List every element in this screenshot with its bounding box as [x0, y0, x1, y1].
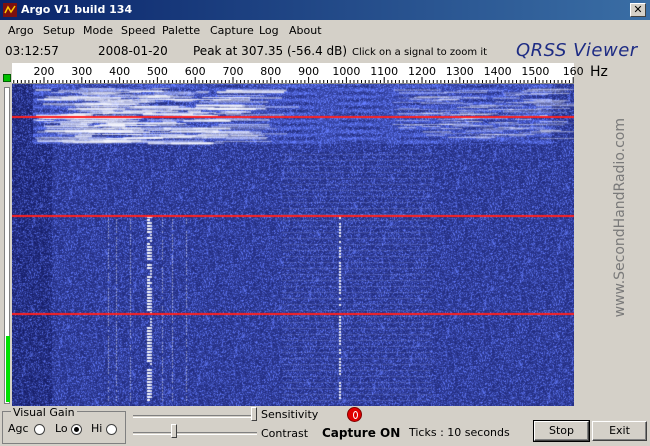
frequency-scale[interactable]: 200 300 400 500 600 700 800 900 1000 1100 1200 1300…: [12, 63, 584, 84]
menu-palette[interactable]: Palette: [162, 24, 200, 37]
scale-label: 1500: [521, 65, 550, 78]
scale-label: 400: [109, 65, 131, 78]
status-indicator: [3, 74, 11, 82]
scale-label: 160: [562, 65, 584, 78]
level-fill: [6, 336, 10, 402]
visual-gain-group: Visual Gain Agc Lo Hi: [2, 406, 126, 444]
scale-label: 1100: [370, 65, 399, 78]
menu-mode[interactable]: Mode: [83, 24, 113, 37]
title-bar: Argo V1 build 134 ✕: [0, 0, 650, 20]
sensitivity-thumb[interactable]: [251, 407, 257, 421]
menu-speed[interactable]: Speed: [121, 24, 155, 37]
capture-status: Capture ON: [322, 426, 401, 440]
capture-power-icon[interactable]: [347, 407, 362, 422]
waterfall-canvas[interactable]: [12, 84, 574, 406]
contrast-thumb[interactable]: [171, 424, 177, 438]
contrast-track: [133, 432, 257, 435]
scale-label: 600: [184, 65, 206, 78]
window-title: Argo V1 build 134: [21, 3, 133, 16]
agc-label: Agc: [8, 422, 29, 435]
app-icon: [3, 3, 17, 17]
scale-label: 500: [146, 65, 168, 78]
scale-label: 300: [71, 65, 93, 78]
agc-radio[interactable]: [34, 424, 45, 435]
scale-label: 1200: [408, 65, 436, 78]
lo-label: Lo: [55, 422, 68, 435]
menu-bar: Argo Setup Mode Speed Palette Capture Lo…: [0, 21, 650, 41]
level-track: [4, 87, 10, 404]
scale-label: 700: [222, 65, 244, 78]
menu-setup[interactable]: Setup: [43, 24, 75, 37]
contrast-label: Contrast: [261, 427, 309, 440]
watermark-text: www.SecondHandRadio.com: [612, 118, 628, 318]
scale-label: 1400: [483, 65, 512, 78]
scale-label: 900: [298, 65, 320, 78]
hi-radio[interactable]: [106, 424, 117, 435]
visual-gain-title: Visual Gain: [11, 406, 77, 419]
scale-label: 1300: [445, 65, 474, 78]
menu-argo[interactable]: Argo: [8, 24, 34, 37]
scale-label: 200: [33, 65, 55, 78]
frequency-unit: Hz: [590, 64, 608, 80]
sensitivity-label: Sensitivity: [261, 408, 319, 421]
waterfall-display[interactable]: [12, 84, 574, 406]
contrast-slider[interactable]: [133, 424, 257, 442]
level-meter: [3, 63, 11, 404]
scale-label: 1000: [332, 65, 361, 78]
menu-capture[interactable]: Capture: [210, 24, 254, 37]
brand-logo: QRSS Viewer: [516, 40, 638, 61]
menu-about[interactable]: About: [289, 24, 322, 37]
hi-label: Hi: [91, 422, 103, 435]
sensitivity-slider[interactable]: [133, 407, 257, 425]
stop-button[interactable]: Stop: [533, 420, 590, 442]
exit-button[interactable]: Exit: [592, 421, 647, 441]
sensitivity-track: [133, 415, 257, 418]
ticks-readout: Ticks : 10 seconds: [409, 426, 510, 439]
lo-radio[interactable]: [71, 424, 82, 435]
date-display: 2008-01-20: [98, 44, 168, 58]
zoom-hint: Click on a signal to zoom it: [352, 47, 488, 58]
clock-time: 03:12:57: [5, 44, 59, 58]
scale-label: 800: [260, 65, 282, 78]
peak-readout: Peak at 307.35 (-56.4 dB): [193, 44, 348, 58]
menu-log[interactable]: Log: [259, 24, 279, 37]
close-button[interactable]: ✕: [630, 3, 646, 17]
